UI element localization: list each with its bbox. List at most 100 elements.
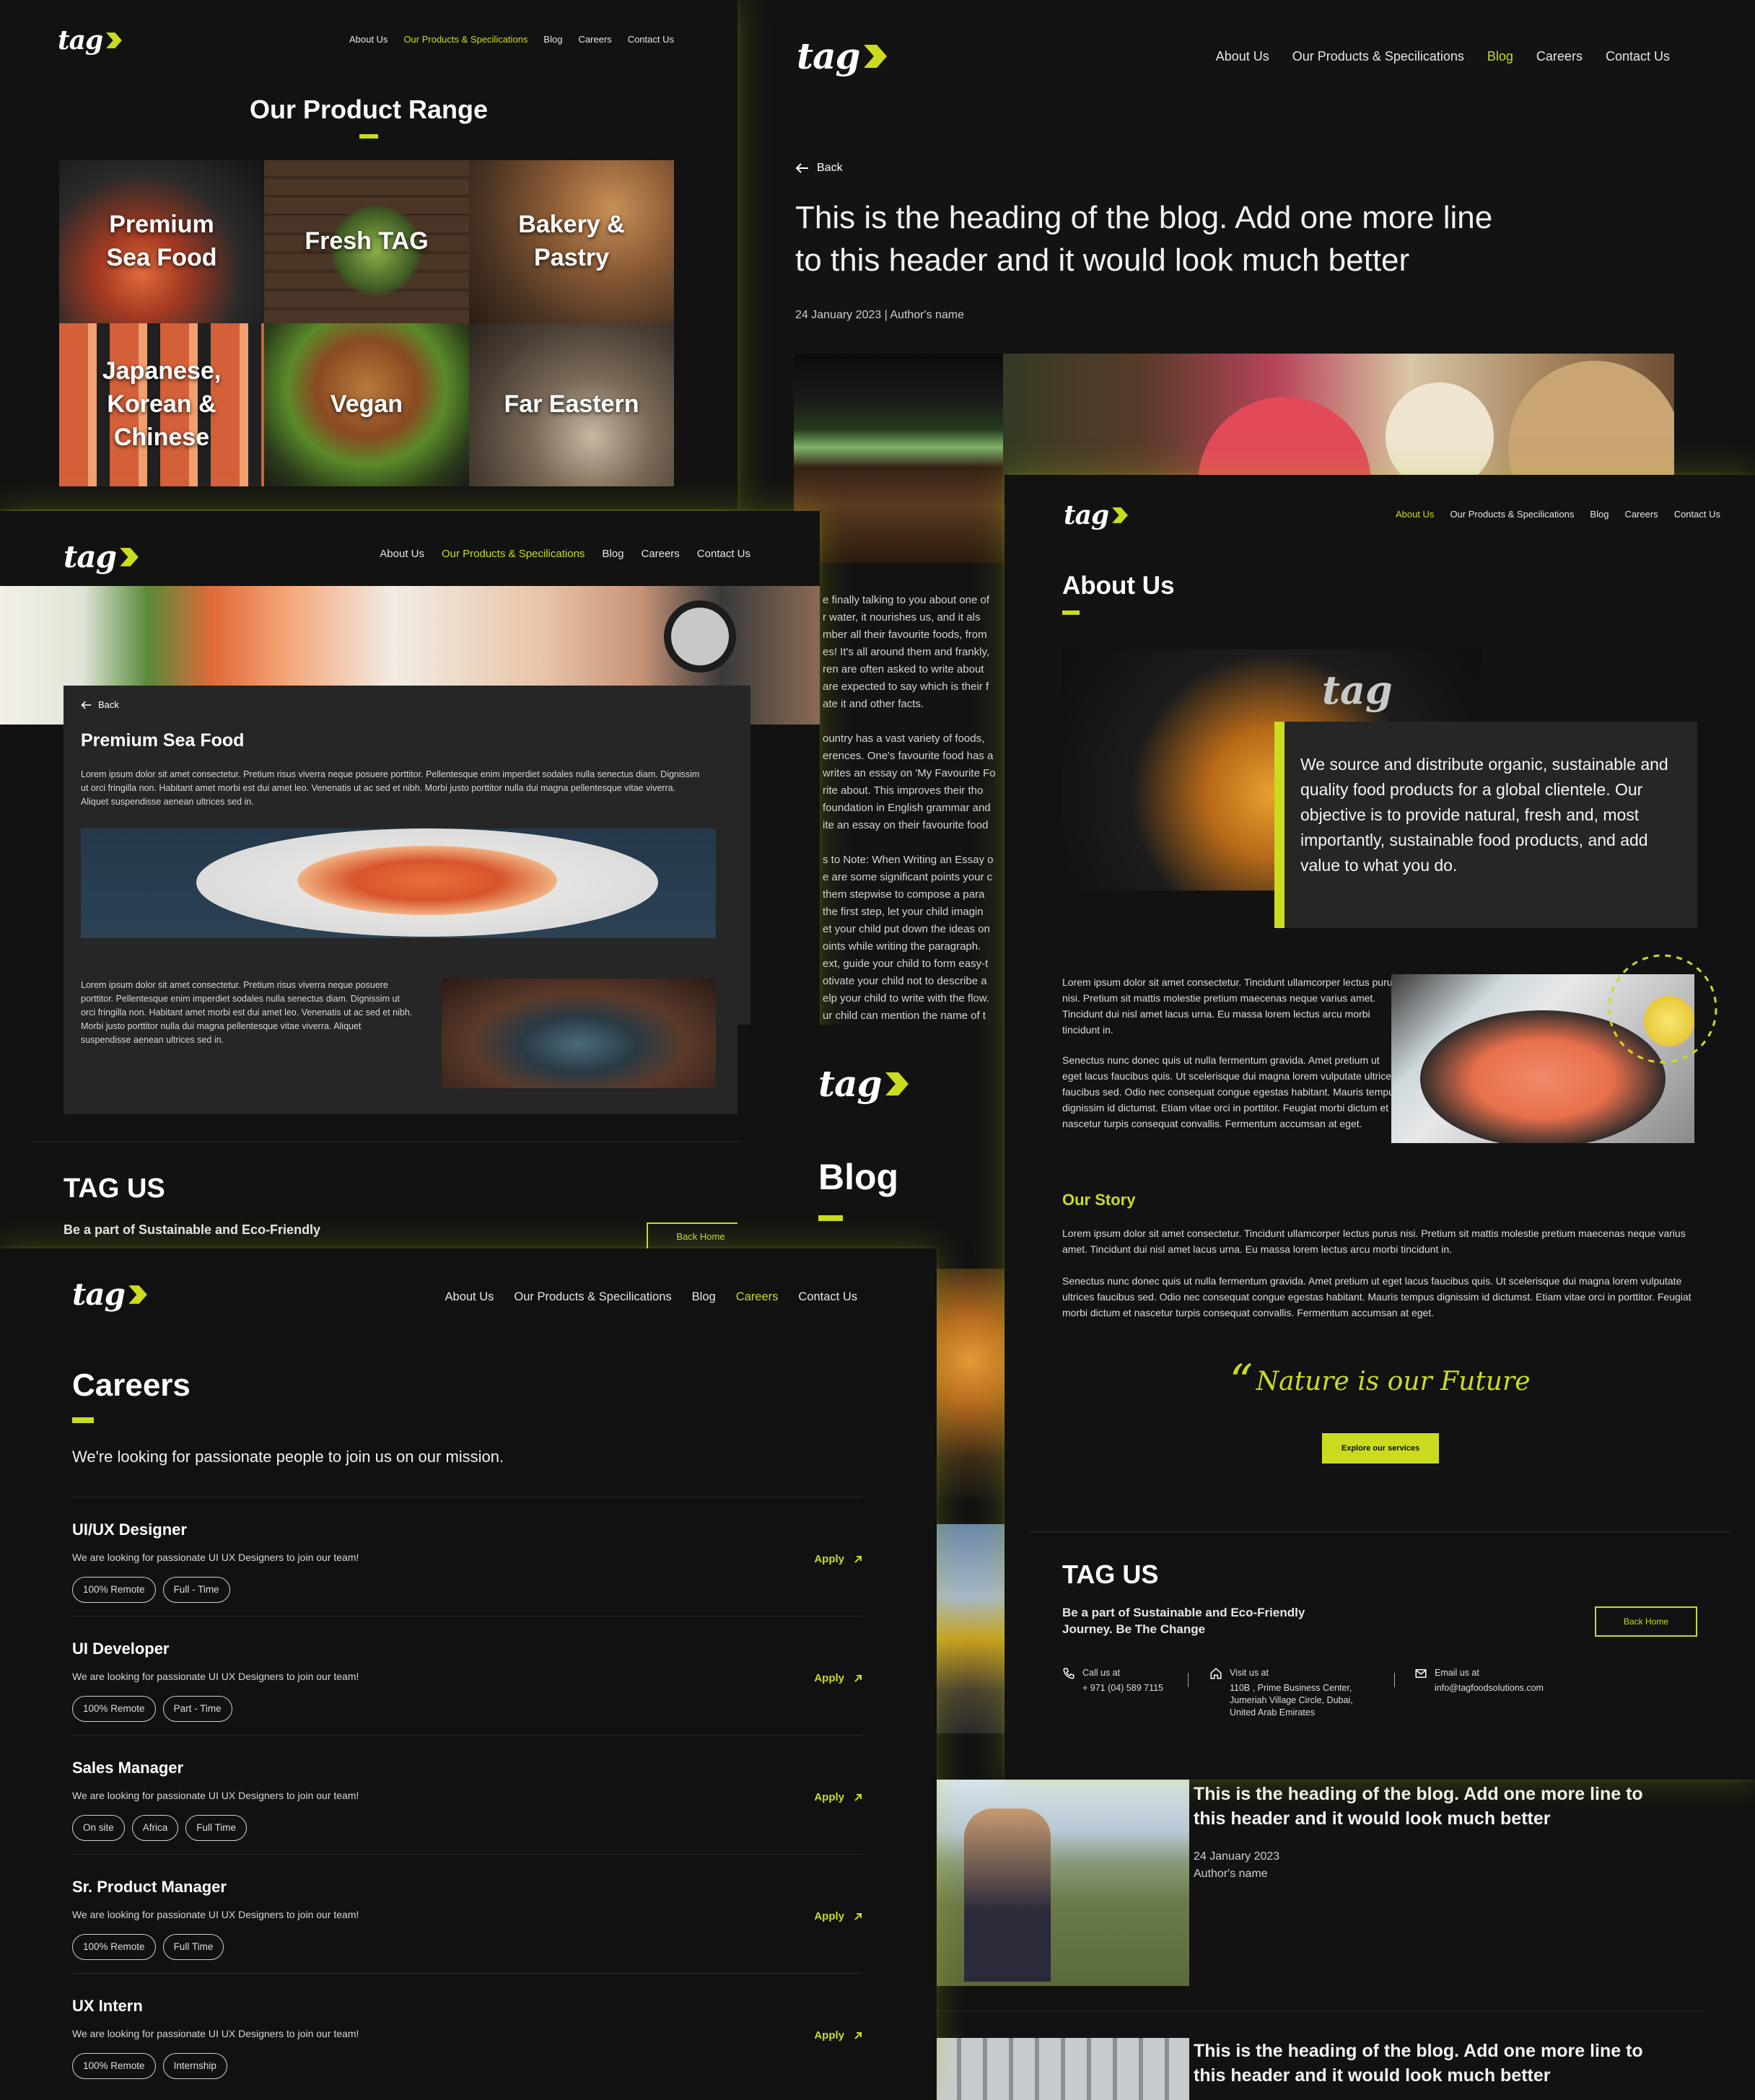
nav-about[interactable]: About Us (1396, 508, 1434, 521)
blog-body-line (823, 836, 996, 853)
nav-products[interactable]: Our Products & Specilications (1292, 48, 1464, 65)
tile-japanese-korean-chinese[interactable]: Japanese, Korean & Chinese (59, 323, 264, 486)
job-tags: On site Africa Full Time (72, 1815, 248, 1842)
about-us-page: tag About Us Our Products & Specilicatio… (1005, 475, 1755, 1780)
explore-services-button[interactable]: Explore our services (1322, 1433, 1439, 1464)
blog-card-title-1[interactable]: This is the heading of the blog. Add one… (1194, 1782, 1643, 1832)
nav-products[interactable]: Our Products & Specilications (442, 547, 585, 561)
footer-tagline: Be a part of Sustainable and Eco-Friendl… (1062, 1606, 1305, 1636)
nav-blog[interactable]: Blog (692, 1289, 716, 1305)
job-row[interactable]: UX Intern We are looking for passionate U… (72, 1973, 863, 2092)
contact-visit: Visit us at 110B , Prime Business Center,… (1209, 1667, 1353, 1719)
nav-contact[interactable]: Contact Us (628, 33, 674, 46)
nav-careers[interactable]: Careers (736, 1289, 779, 1305)
job-tag: 100% Remote (72, 2053, 156, 2080)
nav-about[interactable]: About Us (445, 1289, 494, 1305)
apply-link[interactable]: Apply (814, 2029, 863, 2043)
apply-link[interactable]: Apply (814, 1671, 863, 1686)
footer-divider (1029, 1531, 1730, 1532)
seafood-title: Premium Sea Food (81, 730, 245, 751)
blog-card-title-2[interactable]: This is the heading of the blog. Add one… (1194, 2039, 1643, 2088)
nav-contact[interactable]: Contact Us (697, 547, 750, 561)
logo[interactable]: tag (1064, 498, 1130, 533)
blog-body-line: e are some significant points your c (823, 871, 993, 883)
job-description: We are looking for passionate UI UX Desi… (72, 1671, 359, 1682)
blog-card-image-2[interactable] (935, 2038, 1189, 2100)
our-story-paragraph-2: Senectus nunc donec quis ut nulla fermen… (1062, 1275, 1691, 1318)
logo-chevron-icon (128, 1285, 147, 1305)
title-underline (1062, 611, 1080, 615)
job-row[interactable]: Sales Manager We are looking for passiona… (72, 1735, 863, 1854)
logo-chevron-icon (120, 548, 139, 567)
nav-about[interactable]: About Us (349, 33, 388, 46)
tile-far-eastern[interactable]: Far Eastern (469, 323, 674, 486)
arrow-up-right-icon (854, 1556, 862, 1563)
blog-body-line: ite an essay on their favourite food (823, 819, 989, 831)
blog-card-image-1[interactable] (935, 1780, 1189, 1986)
nav-careers[interactable]: Careers (1536, 48, 1583, 65)
logo-chevron-icon (106, 32, 123, 49)
nav-careers[interactable]: Careers (578, 33, 611, 46)
logo[interactable]: tag (72, 1274, 149, 1316)
job-tag: Full Time (185, 1815, 248, 1842)
blog-body-line: otivate your child not to describe a (823, 975, 987, 987)
logo[interactable]: tag (797, 32, 890, 81)
contact-call: Call us at + 971 (04) 589 7115 (1062, 1667, 1163, 1694)
job-description: We are looking for passionate UI UX Desi… (72, 1909, 359, 1920)
tile-premium-sea-food[interactable]: Premium Sea Food (59, 160, 264, 323)
nav-contact[interactable]: Contact Us (1606, 48, 1670, 65)
home-icon (1210, 1668, 1222, 1679)
logo[interactable]: tag (64, 537, 141, 578)
back-link[interactable]: Back (81, 699, 119, 712)
nav-products[interactable]: Our Products & Specilications (514, 1289, 671, 1305)
back-home-button[interactable]: Back Home (1595, 1606, 1697, 1637)
blog-body-line: ur child can mention the name of t (823, 1010, 986, 1022)
nav-products[interactable]: Our Products & Specilications (1450, 508, 1574, 521)
apply-link[interactable]: Apply (814, 1909, 863, 1924)
nav-blog[interactable]: Blog (1487, 48, 1513, 65)
about-paragraph-2: Senectus nunc donec quis ut nulla fermen… (1062, 1054, 1399, 1129)
seafood-paragraph-2: Lorem ipsum dolor sit amet consectetur. … (81, 980, 413, 1045)
blog-body-line: elp your child to write with the flow. (823, 992, 989, 1005)
apply-link[interactable]: Apply (814, 1790, 863, 1805)
nav-blog[interactable]: Blog (602, 547, 623, 561)
blog-body-line (823, 714, 996, 732)
nav-careers[interactable]: Careers (1624, 508, 1658, 521)
logo[interactable]: tag (58, 23, 124, 58)
main-nav: About Us Our Products & Specilications B… (349, 33, 674, 46)
blog-body-line: ren are often asked to write about (823, 663, 984, 675)
blog-body-line: mber all their favourite foods, from (823, 629, 987, 641)
blog-body-line: the first step, let your child imagin (823, 906, 984, 918)
blog-card-author-1: Author's name (1194, 1868, 1268, 1880)
nav-about[interactable]: About Us (1216, 48, 1269, 65)
apply-link[interactable]: Apply (814, 1552, 863, 1567)
job-tag: Internship (162, 2053, 227, 2080)
nav-blog[interactable]: Blog (1590, 508, 1609, 521)
job-tag: On site (72, 1815, 125, 1842)
logo[interactable]: tag (818, 1059, 911, 1108)
job-row[interactable]: UI Developer We are looking for passionat… (72, 1616, 863, 1735)
nav-careers[interactable]: Careers (641, 547, 679, 561)
blog-body-line: them stepwise to compose a para (823, 888, 985, 901)
nav-about[interactable]: About Us (380, 547, 424, 561)
logo-chevron-icon (864, 44, 888, 68)
product-range-page: tag About Us Our Products & Specilicatio… (0, 0, 738, 509)
nav-products[interactable]: Our Products & Specilications (403, 33, 528, 46)
tile-bakery-pastry[interactable]: Bakery & Pastry (469, 160, 674, 323)
nav-blog[interactable]: Blog (543, 33, 562, 46)
quote: “ Nature is our Future (1229, 1355, 1531, 1409)
nav-contact[interactable]: Contact Us (1674, 508, 1720, 521)
job-tag: 100% Remote (72, 1696, 156, 1723)
back-link[interactable]: Back (795, 160, 843, 176)
blog-list-image-1 (935, 1269, 1007, 1498)
blog-body-line: oints while writing the paragraph. (823, 940, 981, 953)
job-row[interactable]: UI/UX Designer We are looking for passion… (72, 1497, 863, 1616)
tile-fresh-tag[interactable]: Fresh TAG (264, 160, 469, 323)
nav-contact[interactable]: Contact Us (798, 1289, 857, 1305)
phone-icon (1063, 1668, 1075, 1679)
blog-body-line: erences. One's favourite food has a (823, 750, 994, 762)
seafood-paragraph: Lorem ipsum dolor sit amet consectetur. … (81, 769, 700, 807)
tile-vegan[interactable]: Vegan (264, 323, 469, 486)
job-row[interactable]: Sr. Product Manager We are looking for pa… (72, 1854, 863, 1973)
job-tag: 100% Remote (72, 1934, 156, 1961)
